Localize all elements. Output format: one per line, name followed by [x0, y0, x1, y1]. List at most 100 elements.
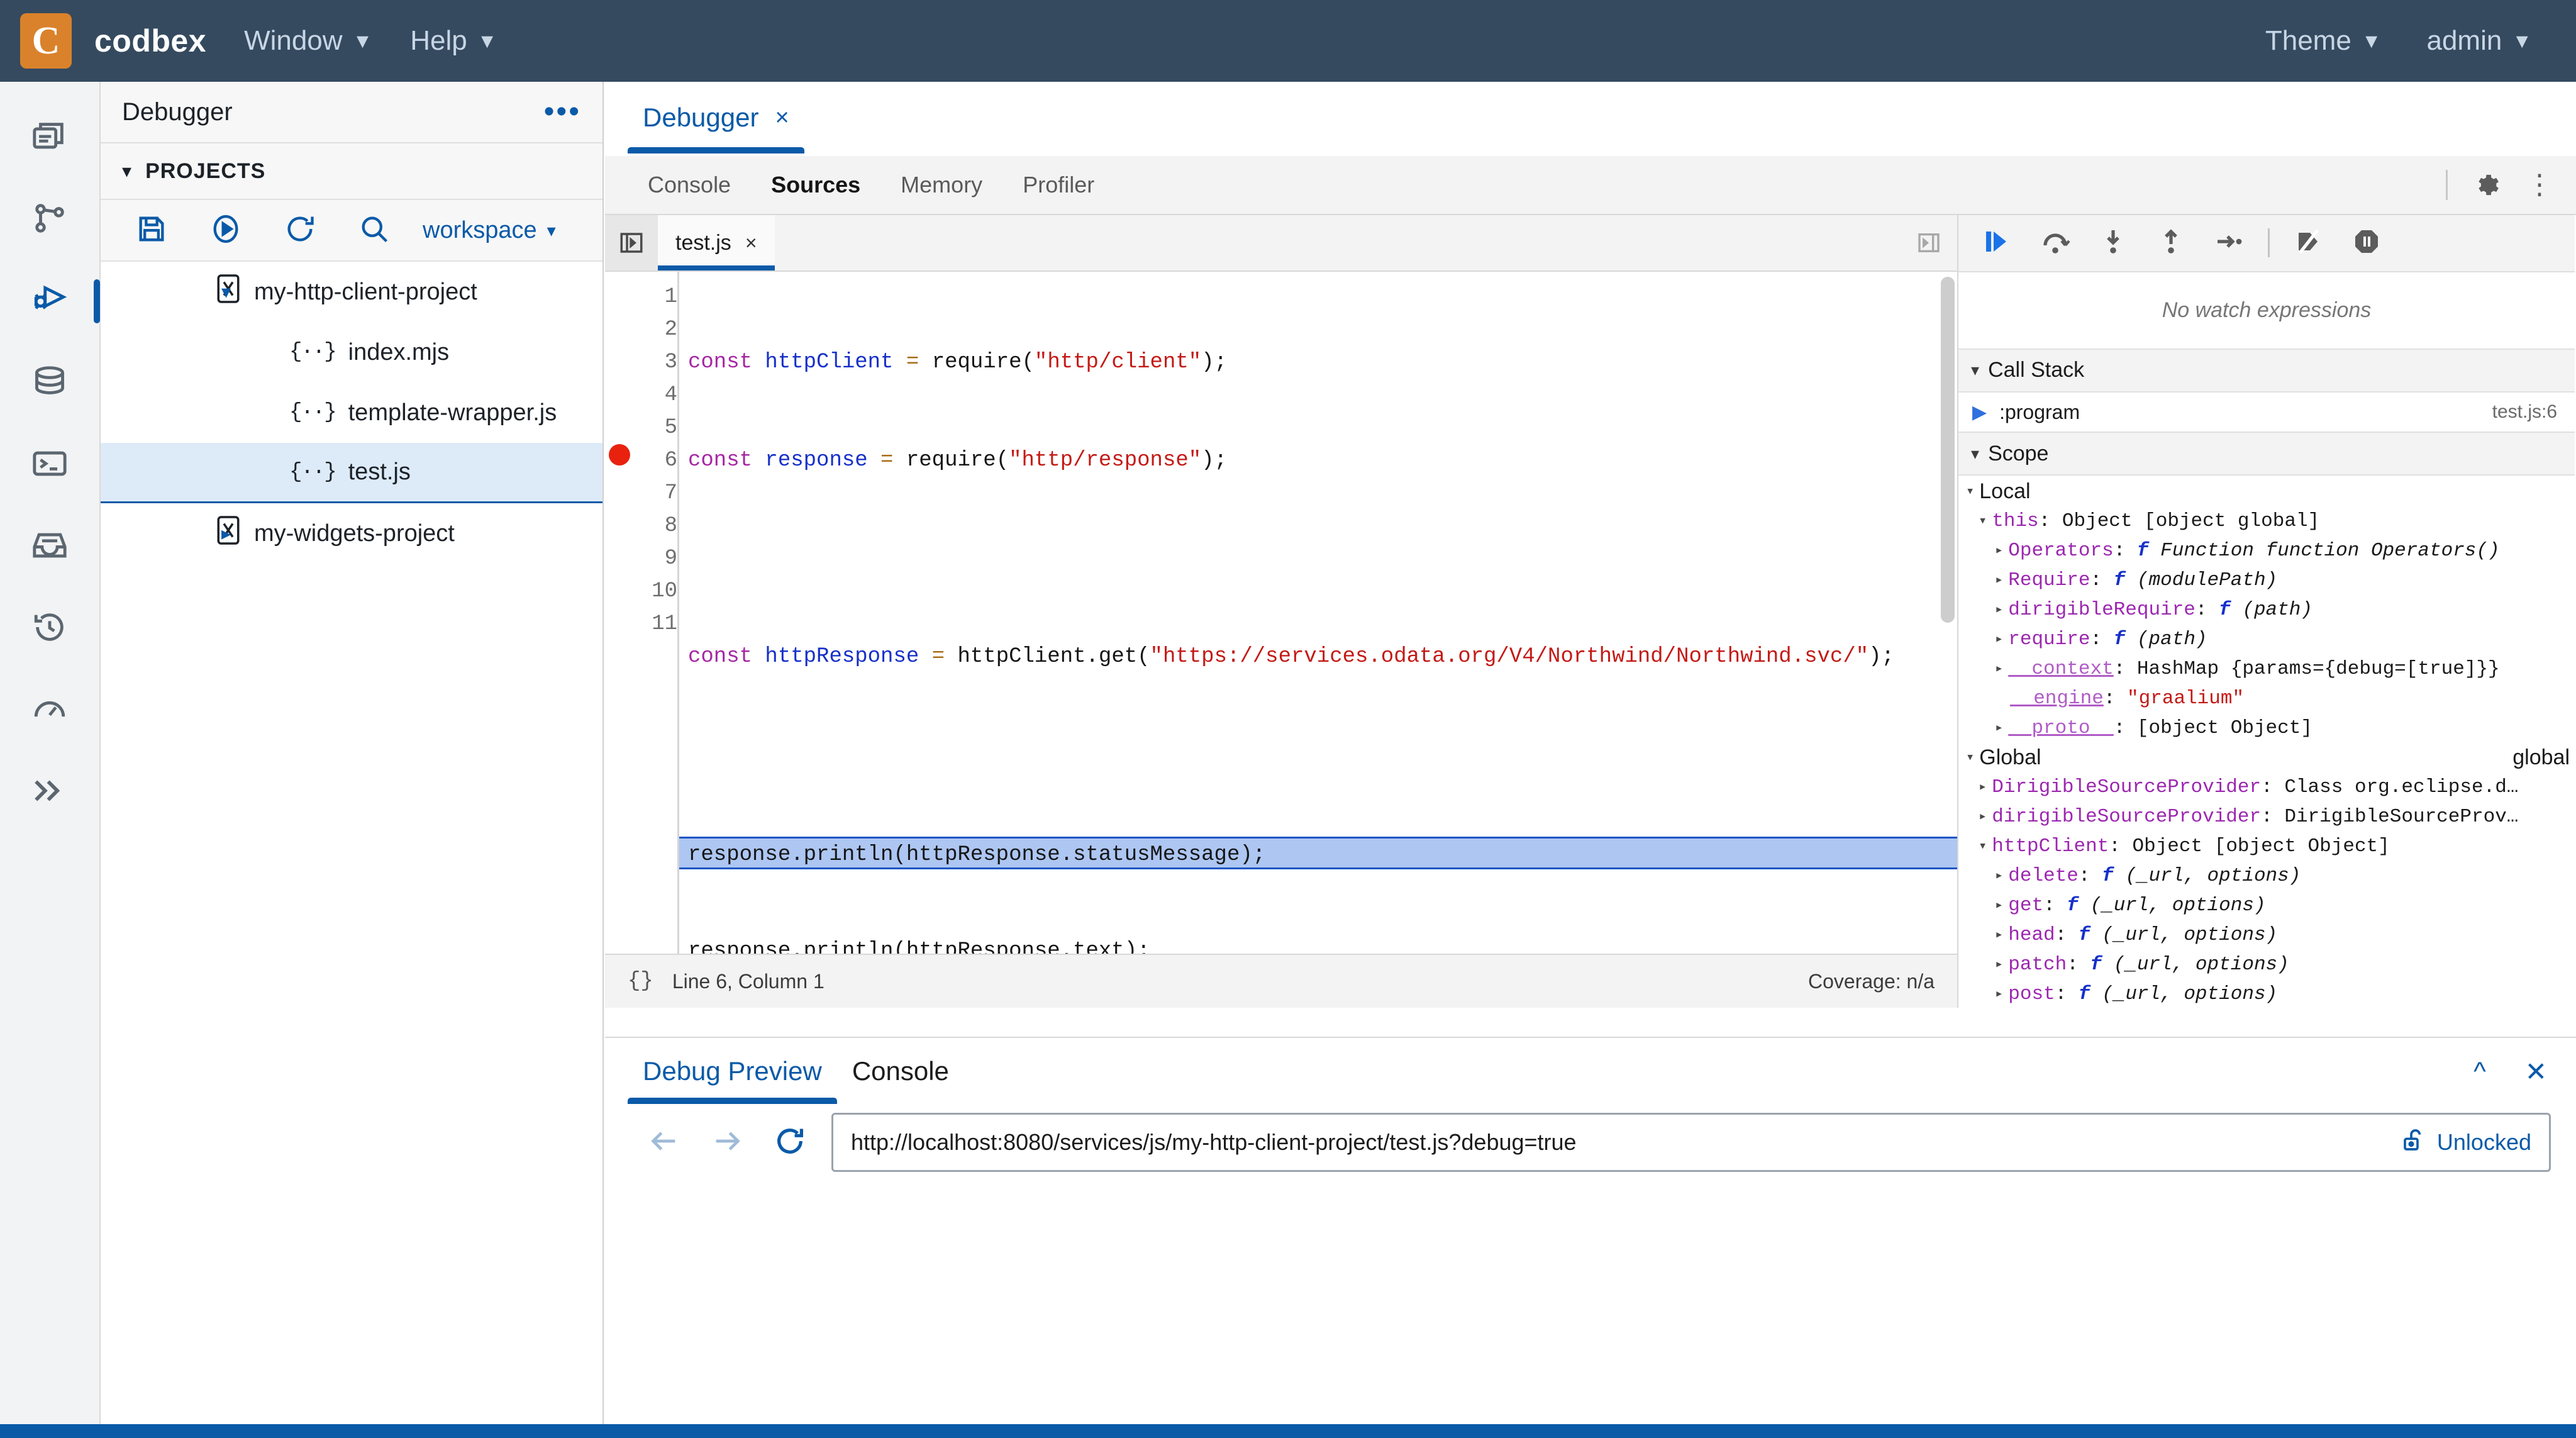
search-button[interactable] — [337, 202, 411, 259]
chevron-up-icon[interactable]: ^ — [2473, 1056, 2486, 1086]
chevron-down-icon[interactable]: ▾ — [221, 281, 231, 303]
step-button[interactable] — [2204, 218, 2254, 268]
show-navigator-icon[interactable] — [605, 215, 658, 270]
activity-item-terminal[interactable] — [0, 424, 100, 506]
scope-row[interactable]: ▾ Global global — [1958, 743, 2575, 772]
show-debugger-icon[interactable] — [1901, 215, 1957, 270]
menu-help[interactable]: Help ▼ — [410, 25, 497, 57]
activity-item-documents[interactable] — [0, 97, 100, 179]
gear-icon[interactable] — [2473, 171, 2501, 199]
scope-row[interactable]: ▸ Require: f (modulePath) — [1958, 566, 2575, 595]
scope-row[interactable]: ▸ DirigibleSourceProvider: Class org.ecl… — [1958, 772, 2575, 802]
menu-user[interactable]: admin ▼ — [2426, 25, 2532, 57]
scope-list: ▾ Local ▾ this: Object [object global] ▸… — [1958, 476, 2575, 1008]
triangle-down-icon[interactable]: ▾ — [1979, 832, 1987, 861]
scope-row[interactable]: ▸ __context: HashMap {params={debug=[tru… — [1958, 654, 2575, 684]
refresh-button[interactable] — [263, 202, 337, 259]
file-tab-test-js[interactable]: test.js × — [658, 215, 775, 270]
back-button[interactable] — [633, 1114, 696, 1171]
forward-button[interactable] — [696, 1114, 758, 1171]
triangle-right-icon[interactable]: ▸ — [1995, 861, 2003, 891]
tab-console[interactable]: Console — [628, 172, 751, 198]
scope-row[interactable]: ▸ delete: f (_url, options) — [1958, 861, 2575, 891]
triangle-right-icon[interactable]: ▸ — [1995, 536, 2003, 566]
triangle-right-icon[interactable]: ▸ — [1979, 802, 1987, 832]
triangle-right-icon[interactable]: ▸ — [1995, 979, 2003, 1008]
activity-item-inbox[interactable] — [0, 506, 100, 588]
step-over-button[interactable] — [2030, 218, 2080, 268]
chevron-right-icon[interactable]: ▸ — [221, 523, 231, 545]
scope-row[interactable]: ▸ require: f (path) — [1958, 625, 2575, 654]
tree-item-my-http-client-project[interactable]: ▾ my-http-client-project — [101, 262, 602, 322]
activity-item-history[interactable] — [0, 588, 100, 669]
tab-sources[interactable]: Sources — [751, 172, 880, 198]
close-icon[interactable]: × — [745, 231, 757, 255]
call-stack-frame[interactable]: ▶ :program test.js:6 — [1958, 393, 2575, 432]
code-area[interactable]: 123456 7 8 9 10 11 const httpClient = requir… — [605, 272, 1957, 954]
tree-item-my-widgets-project[interactable]: ▸ my-widgets-project — [101, 503, 602, 564]
triangle-right-icon[interactable]: ▸ — [1995, 566, 2003, 595]
activity-item-debugger[interactable] — [0, 260, 100, 342]
more-vertical-icon[interactable]: ⋮ — [2526, 170, 2553, 198]
workspace-selector[interactable]: workspace — [423, 217, 537, 244]
deactivate-breakpoints-button[interactable] — [2284, 218, 2334, 268]
triangle-right-icon[interactable]: ▸ — [1995, 654, 2003, 684]
tab-profiler[interactable]: Profiler — [1002, 172, 1114, 198]
scope-row[interactable]: ▸ patch: f (_url, options) — [1958, 950, 2575, 979]
menu-theme[interactable]: Theme ▼ — [2265, 25, 2382, 57]
scope-row[interactable]: ▾ httpClient: Object [object Object] — [1958, 832, 2575, 861]
step-out-button[interactable] — [2146, 218, 2196, 268]
lock-toggle-button[interactable]: Unlocked — [2402, 1127, 2531, 1158]
app-logo-icon[interactable]: C — [20, 13, 72, 69]
pause-on-exceptions-button[interactable] — [2341, 218, 2392, 268]
scope-row[interactable]: ▸ __proto__: [object Object] — [1958, 713, 2575, 743]
save-button[interactable] — [114, 202, 189, 259]
reload-button[interactable] — [758, 1114, 821, 1171]
tree-item-template-wrapper-js[interactable]: {··} template-wrapper.js — [101, 382, 602, 443]
scope-row[interactable]: ▸ Operators: f Function function Operato… — [1958, 536, 2575, 566]
step-into-button[interactable] — [2088, 218, 2138, 268]
activity-item-gauge[interactable] — [0, 669, 100, 751]
tab-debug-preview[interactable]: Debug Preview — [628, 1039, 837, 1104]
scope-header[interactable]: ▾ Scope — [1958, 432, 2575, 476]
scope-row[interactable]: __engine: "graalium" — [1958, 684, 2575, 713]
scope-row[interactable]: ▸ get: f (_url, options) — [1958, 891, 2575, 920]
code-lines[interactable]: const httpClient = require("http/client"… — [679, 272, 1957, 954]
triangle-right-icon[interactable]: ▸ — [1995, 891, 2003, 920]
breakpoint-gutter[interactable] — [605, 272, 634, 954]
tree-item-test-js[interactable]: {··} test.js — [101, 443, 602, 503]
tab-debugger[interactable]: Debugger × — [628, 82, 804, 153]
more-horizontal-icon[interactable]: ••• — [544, 97, 581, 127]
triangle-right-icon[interactable]: ▸ — [1995, 595, 2003, 625]
divider — [2268, 228, 2270, 258]
activity-item-git[interactable] — [0, 179, 100, 260]
activity-item-database[interactable] — [0, 342, 100, 424]
tab-memory[interactable]: Memory — [880, 172, 1002, 198]
triangle-right-icon[interactable]: ▸ — [1995, 625, 2003, 654]
close-icon[interactable]: ✕ — [2525, 1056, 2547, 1087]
projects-section-header[interactable]: ▾ PROJECTS — [101, 143, 602, 200]
breakpoint-marker[interactable] — [609, 444, 630, 465]
scope-row[interactable]: ▸ post: f (_url, options) — [1958, 979, 2575, 1008]
close-icon[interactable]: × — [775, 104, 789, 131]
scope-row[interactable]: ▾ Local — [1958, 477, 2575, 506]
function-marker: f — [2078, 983, 2090, 1006]
tab-preview-console[interactable]: Console — [837, 1039, 964, 1104]
call-stack-header[interactable]: ▾ Call Stack — [1958, 348, 2575, 393]
triangle-right-icon[interactable]: ▸ — [1995, 950, 2003, 979]
run-button[interactable] — [189, 202, 263, 259]
code-scrollbar[interactable] — [1941, 277, 1955, 623]
scope-row[interactable]: ▸ dirigibleSourceProvider: DirigibleSour… — [1958, 802, 2575, 832]
scope-row[interactable]: ▸ head: f (_url, options) — [1958, 920, 2575, 950]
scope-row[interactable]: ▾ this: Object [object global] — [1958, 506, 2575, 536]
format-braces-icon[interactable]: {} — [628, 969, 653, 993]
url-input[interactable]: http://localhost:8080/services/js/my-htt… — [831, 1113, 2551, 1172]
activity-item-more[interactable] — [0, 751, 100, 833]
triangle-right-icon[interactable]: ▸ — [1995, 713, 2003, 743]
resume-button[interactable] — [1972, 218, 2023, 268]
triangle-right-icon[interactable]: ▸ — [1979, 772, 1987, 802]
triangle-right-icon[interactable]: ▸ — [1995, 920, 2003, 950]
menu-window[interactable]: Window ▼ — [244, 25, 372, 57]
tree-item-index-mjs[interactable]: {··} index.mjs — [101, 322, 602, 382]
scope-row[interactable]: ▸ dirigibleRequire: f (path) — [1958, 595, 2575, 625]
